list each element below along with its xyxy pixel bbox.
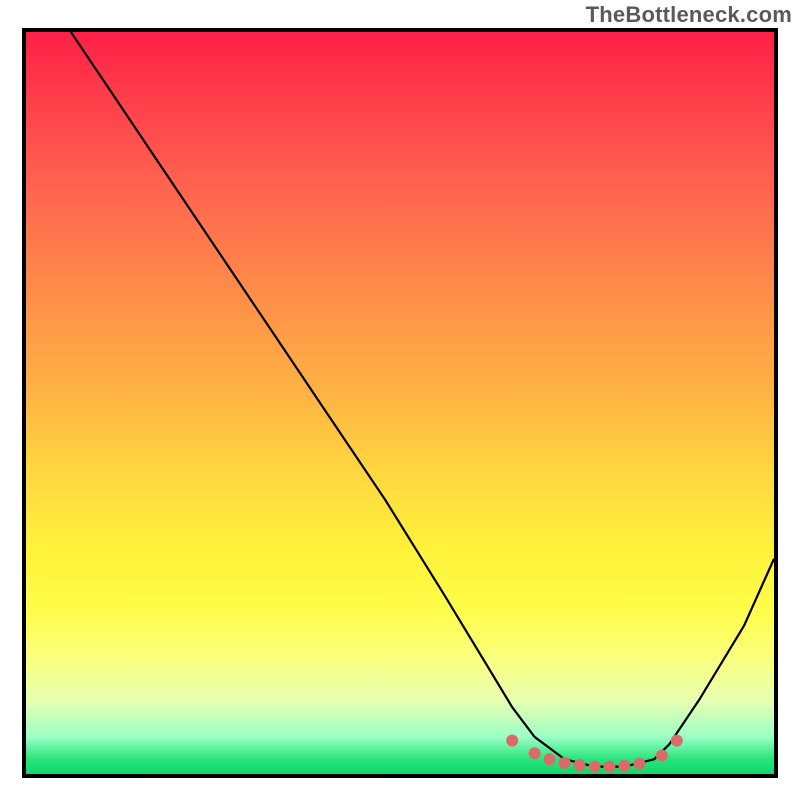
plot-area — [22, 28, 778, 778]
optimal-marker — [618, 760, 630, 772]
optimal-marker — [506, 735, 518, 747]
optimal-marker — [671, 735, 683, 747]
watermark-text: TheBottleneck.com — [586, 2, 792, 28]
optimal-marker — [603, 761, 615, 773]
curve-layer — [26, 32, 774, 774]
optimal-marker-group — [506, 735, 683, 773]
chart-frame: TheBottleneck.com — [0, 0, 800, 800]
optimal-marker — [574, 759, 586, 771]
optimal-marker — [656, 750, 668, 762]
optimal-marker — [633, 758, 645, 770]
optimal-marker — [544, 753, 556, 765]
optimal-marker — [589, 761, 601, 773]
optimal-marker — [559, 757, 571, 769]
optimal-marker — [529, 747, 541, 759]
bottleneck-curve — [71, 32, 774, 767]
